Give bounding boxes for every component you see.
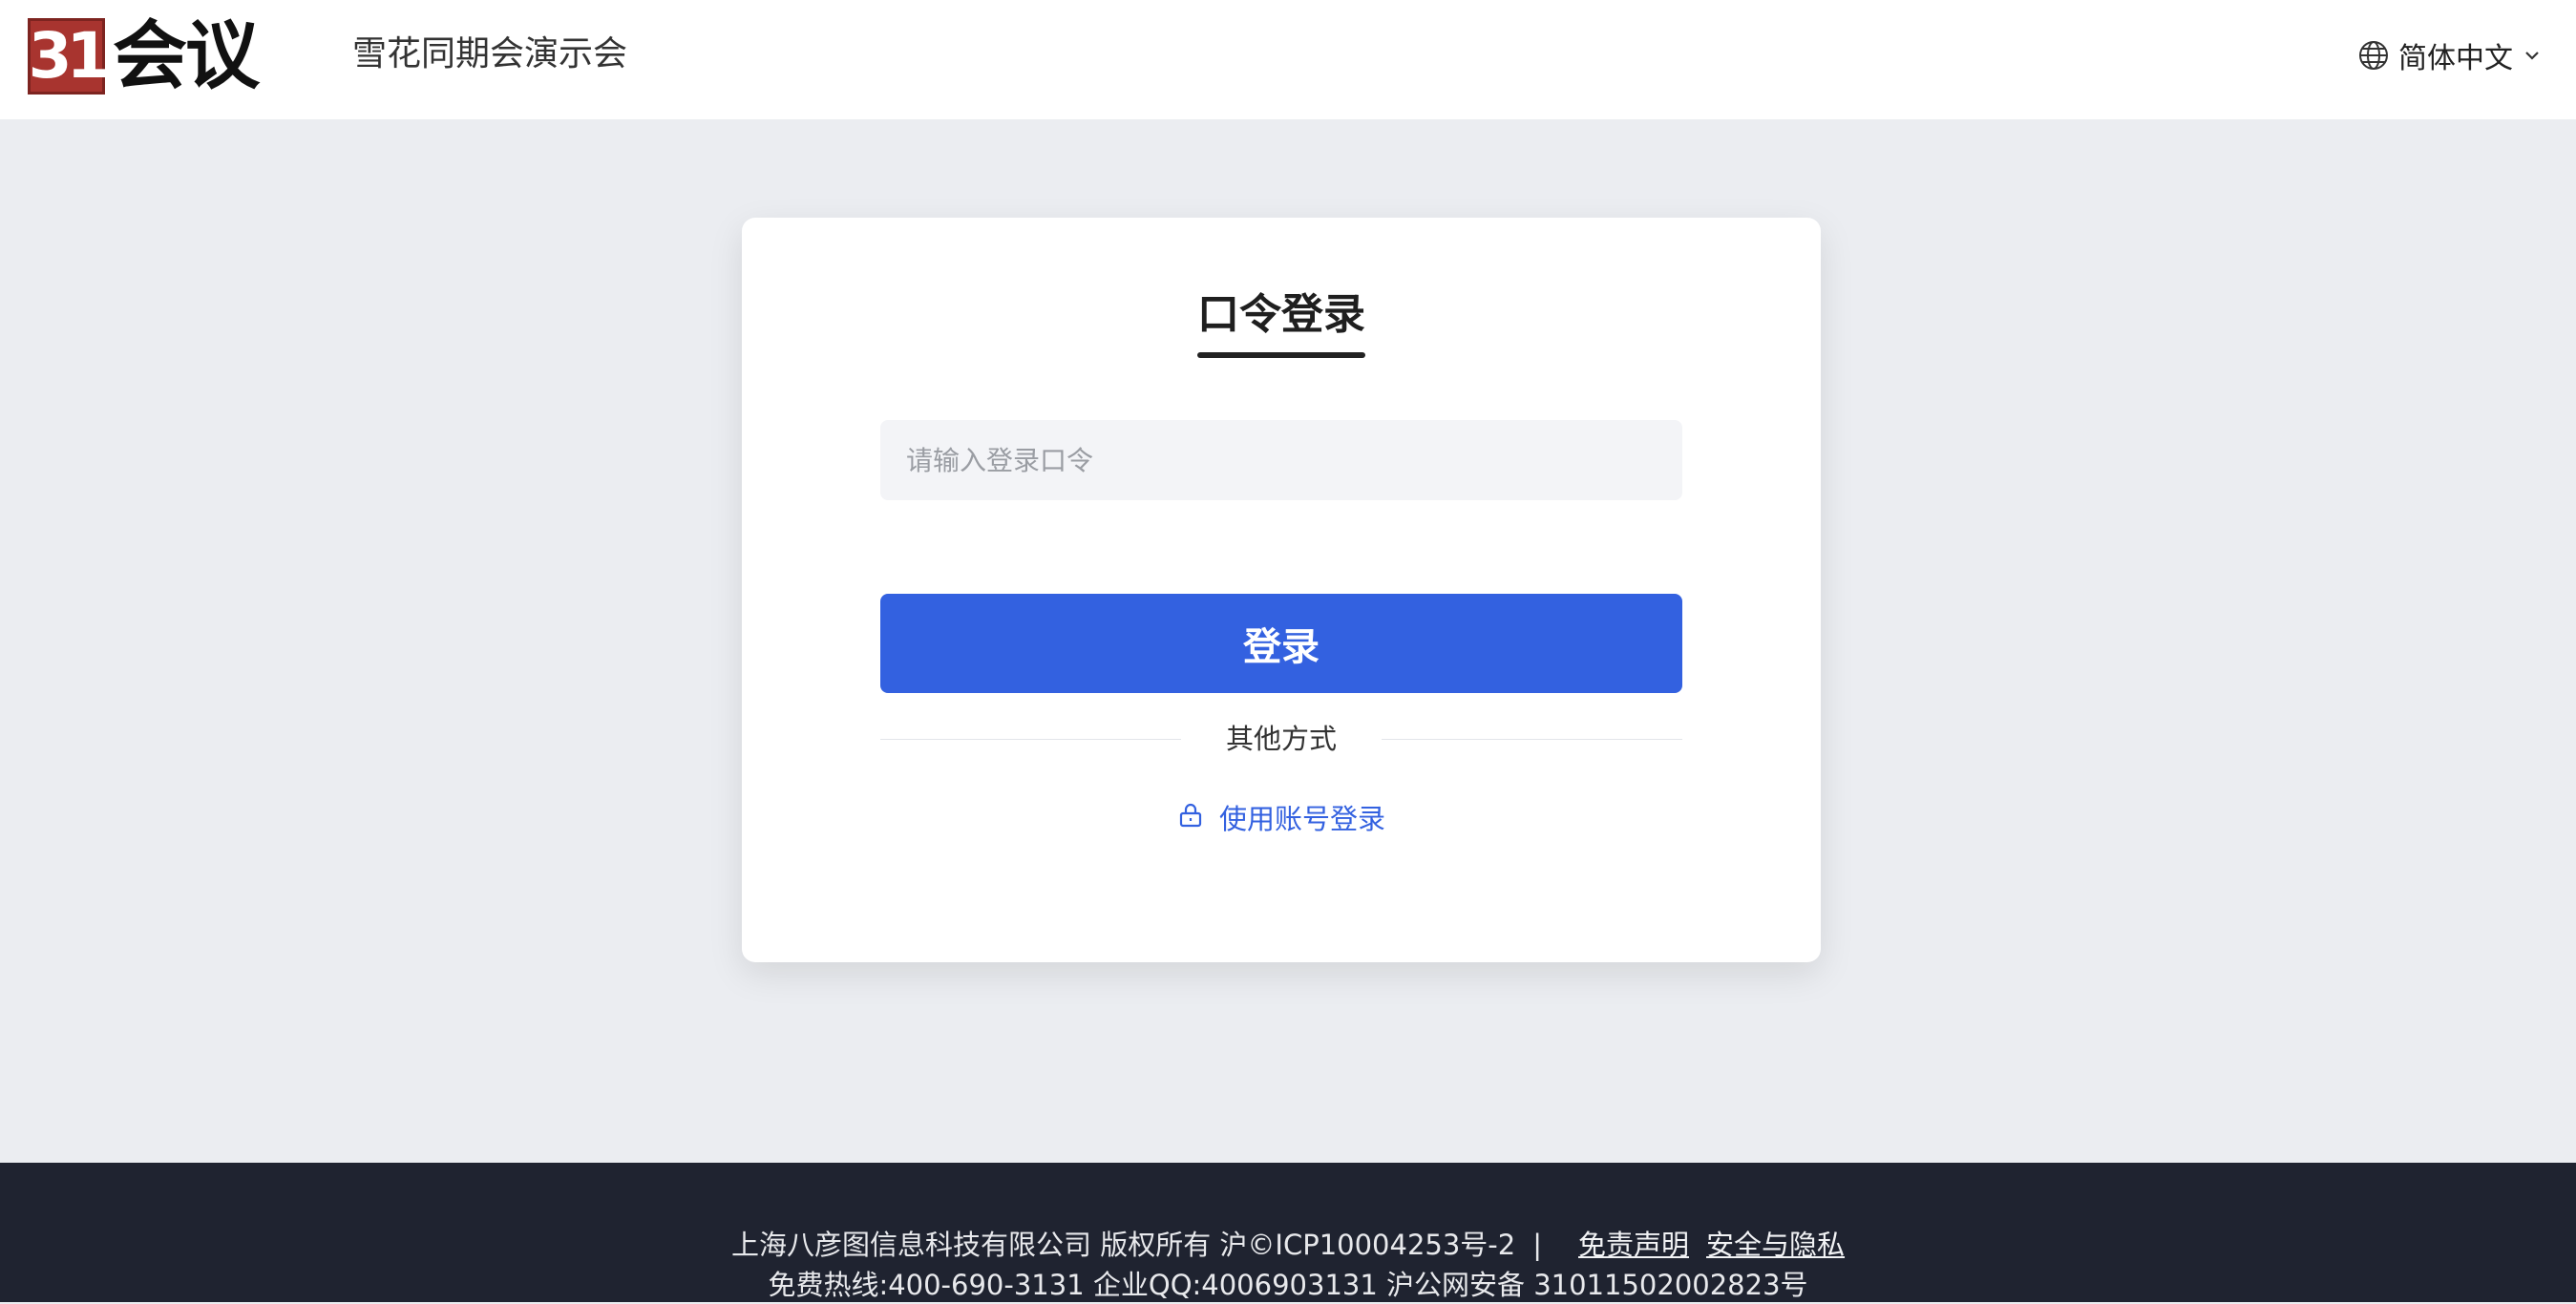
top-header: 31 会议 雪花同期会演示会 简体中文	[0, 0, 2576, 119]
login-title: 口令登录	[1197, 290, 1365, 339]
logo[interactable]: 31 会议	[28, 18, 293, 95]
other-methods-label: 其他方式	[1225, 723, 1337, 755]
login-button[interactable]: 登录	[880, 594, 1682, 693]
login-card: 口令登录 登录 其他方式 使用账号登录	[742, 218, 1821, 962]
globe-icon	[2358, 40, 2389, 71]
passcode-input[interactable]	[880, 420, 1682, 500]
privacy-link[interactable]: 安全与隐私	[1706, 1226, 1845, 1264]
account-login-label: 使用账号登录	[1218, 803, 1385, 835]
title-underline	[1197, 352, 1365, 358]
language-label: 简体中文	[2398, 42, 2513, 75]
chevron-down-icon	[2523, 46, 2542, 65]
event-title: 雪花同期会演示会	[352, 34, 628, 74]
language-selector[interactable]: 简体中文	[2358, 32, 2542, 78]
contact-info: 免费热线:400-690-3131 企业QQ:4006903131 沪公网安备 …	[768, 1269, 1808, 1301]
disclaimer-link[interactable]: 免责声明	[1578, 1226, 1689, 1264]
logo-mark: 31	[28, 18, 111, 95]
footer: 上海八彦图信息科技有限公司 版权所有 沪©ICP10004253号-2 | 免责…	[0, 1163, 2576, 1302]
logo-text: 会议	[113, 13, 260, 99]
account-login-link[interactable]: 使用账号登录	[742, 800, 1821, 838]
lock-icon	[1177, 800, 1204, 838]
footer-separator: |	[1532, 1229, 1542, 1261]
passcode-field	[880, 420, 1682, 500]
logo-number: 31	[28, 19, 111, 93]
copyright-text: 上海八彦图信息科技有限公司 版权所有 沪©ICP10004253号-2	[730, 1229, 1516, 1261]
footer-line-1: 上海八彦图信息科技有限公司 版权所有 沪©ICP10004253号-2 | 免责…	[0, 1226, 2576, 1264]
